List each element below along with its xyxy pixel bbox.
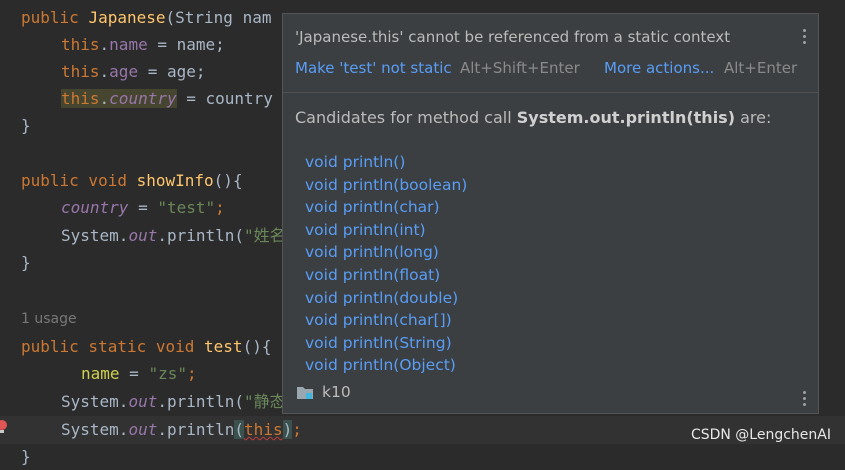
keyword: this <box>61 35 100 54</box>
code-line[interactable]: name = "zs"; <box>81 360 197 387</box>
field: out <box>128 420 158 439</box>
more-actions-link[interactable]: More actions... <box>604 59 714 77</box>
keyword: public static void <box>21 337 195 356</box>
code-line-current[interactable]: System.out.println(this); <box>61 416 302 443</box>
code-text: (){ <box>213 171 243 190</box>
string-literal: "test" <box>157 198 216 217</box>
code-line[interactable]: this.country = country <box>61 85 273 112</box>
popup-header <box>283 14 818 93</box>
string-literal: "zs" <box>148 364 187 383</box>
candidates-prefix: Candidates for method call <box>295 108 517 127</box>
usage-count: 1 usage <box>21 311 77 327</box>
module-indicator: k10 <box>296 381 351 403</box>
quick-fix-link[interactable]: Make 'test' not static <box>295 59 452 77</box>
brace: } <box>21 253 31 272</box>
field: age <box>109 62 139 81</box>
code-line[interactable]: this.age = age; <box>61 58 206 85</box>
candidate-item[interactable]: void println(char) <box>305 196 467 219</box>
keyword: this <box>61 89 100 108</box>
watermark: CSDN @LengchenAI <box>690 427 831 443</box>
code-text: .println( <box>157 226 245 245</box>
error-message: 'Japanese.this' cannot be referenced fro… <box>295 28 731 46</box>
error-tooltip-popup[interactable]: 'Japanese.this' cannot be referenced fro… <box>282 13 819 414</box>
candidate-item[interactable]: void println() <box>305 151 467 174</box>
code-text: System. <box>61 392 129 411</box>
keyword: public void <box>21 171 127 190</box>
string-literal: "静态 <box>244 392 286 411</box>
brace: } <box>21 116 31 135</box>
matching-paren: ) <box>282 420 293 439</box>
more-options-icon[interactable] <box>801 390 807 408</box>
method-name: showInfo <box>136 171 214 190</box>
code-text: .println( <box>157 392 245 411</box>
candidate-item[interactable]: void println(float) <box>305 264 467 287</box>
code-text: = <box>128 198 158 217</box>
code-line[interactable]: country = "test"; <box>61 194 225 221</box>
matching-paren: ( <box>234 420 245 439</box>
candidate-item[interactable]: void println(long) <box>305 241 467 264</box>
code-line[interactable]: } <box>21 112 31 139</box>
code-line[interactable]: } <box>21 249 31 276</box>
candidate-item[interactable]: void println(String) <box>305 332 467 355</box>
quick-fix-shortcut: Alt+Shift+Enter <box>460 59 580 77</box>
method-call: System.out.println(this) <box>516 108 736 127</box>
code-line[interactable]: public static void test(){ <box>21 333 271 360</box>
candidate-item[interactable]: void println(char[]) <box>305 309 467 332</box>
more-options-icon[interactable] <box>801 28 807 46</box>
field: country <box>61 198 129 217</box>
code-line[interactable]: this.name = name; <box>61 31 225 58</box>
code-text: (){ <box>242 337 272 356</box>
code-text: = country <box>176 89 273 108</box>
code-text: .println <box>157 420 235 439</box>
module-folder-icon <box>297 387 313 399</box>
usage-hint[interactable]: 1 usage <box>21 306 77 333</box>
method-name: test <box>204 337 243 356</box>
field: name <box>81 364 120 383</box>
candidate-item[interactable]: void println(Object) <box>305 354 467 377</box>
code-text: = age; <box>138 62 206 81</box>
code-line[interactable]: System.out.println("静态 <box>61 388 286 415</box>
code-text: (String nam <box>165 8 272 27</box>
highlighted-usage: this.country <box>61 89 177 108</box>
candidates-heading: Candidates for method call System.out.pr… <box>295 108 771 127</box>
code-text: System. <box>61 226 129 245</box>
code-line[interactable]: public Japanese(String nam <box>21 4 271 31</box>
keyword: public <box>21 8 79 27</box>
semicolon: ; <box>292 420 302 439</box>
candidate-item[interactable]: void println(double) <box>305 287 467 310</box>
semicolon: ; <box>215 198 225 217</box>
code-line[interactable]: System.out.println("姓名 <box>61 222 286 249</box>
code-text: System. <box>61 420 129 439</box>
string-literal: "姓名 <box>244 226 286 245</box>
more-actions-shortcut: Alt+Enter <box>724 59 798 77</box>
field: name <box>109 35 148 54</box>
keyword: this <box>61 62 100 81</box>
error-token[interactable]: this <box>244 420 283 439</box>
field: out <box>128 226 158 245</box>
candidate-list: void println() void println(boolean) voi… <box>305 151 467 377</box>
code-line[interactable]: public void showInfo(){ <box>21 167 243 194</box>
semicolon: ; <box>186 364 197 383</box>
code-text: = <box>119 364 149 383</box>
constructor-name: Japanese <box>88 8 166 27</box>
module-name: k10 <box>322 383 351 401</box>
candidate-item[interactable]: void println(int) <box>305 219 467 242</box>
code-text: = name; <box>147 35 225 54</box>
field: out <box>128 392 158 411</box>
error-bulb-icon[interactable] <box>0 419 8 435</box>
field: country <box>109 89 177 108</box>
candidate-item[interactable]: void println(boolean) <box>305 174 467 197</box>
candidates-suffix: are: <box>735 108 772 127</box>
